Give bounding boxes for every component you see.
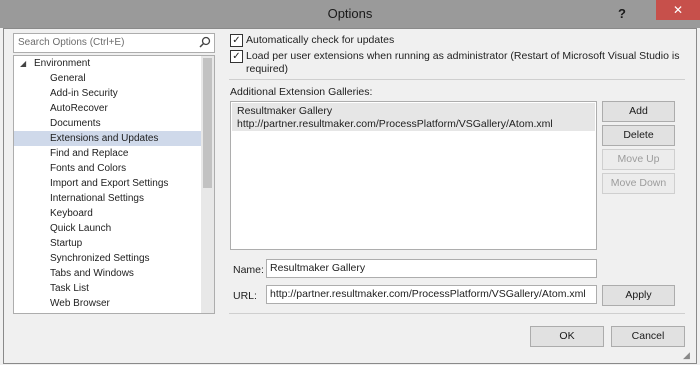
tree-item-find-and-replace[interactable]: Find and Replace — [14, 146, 201, 161]
tree-item-label: Web Browser — [50, 298, 110, 309]
tree-item-startup[interactable]: Startup — [14, 236, 201, 251]
load-per-user-extensions-label: Load per user extensions when running as… — [246, 50, 680, 62]
search-icon[interactable] — [199, 36, 211, 48]
auto-check-updates-label: Automatically check for updates — [246, 34, 395, 46]
tree-item-label: Startup — [50, 238, 83, 249]
name-field[interactable]: Resultmaker Gallery — [266, 259, 597, 278]
tree-item-label: Documents — [50, 118, 101, 129]
search-placeholder: Search Options (Ctrl+E) — [18, 37, 125, 48]
tree-item-autorecover[interactable]: AutoRecover — [14, 101, 201, 116]
options-tree[interactable]: ◢ Environment General Add-in Security Au… — [13, 55, 215, 314]
tree-scrollbar[interactable] — [201, 56, 214, 313]
gallery-list[interactable]: Resultmaker Gallery http://partner.resul… — [230, 101, 597, 250]
divider — [229, 313, 685, 314]
tree-item-add-in-security[interactable]: Add-in Security — [14, 86, 201, 101]
tree-item-web-browser[interactable]: Web Browser — [14, 296, 201, 311]
auto-check-updates-checkbox[interactable]: ✓ — [230, 34, 243, 47]
gallery-item-url: http://partner.resultmaker.com/ProcessPl… — [237, 118, 553, 130]
tree-item-documents[interactable]: Documents — [14, 116, 201, 131]
window-title: Options — [327, 6, 373, 21]
add-button[interactable]: Add — [602, 101, 675, 122]
tree-item-label: AutoRecover — [50, 103, 108, 114]
tree-item-label: Quick Launch — [50, 223, 112, 234]
search-input[interactable]: Search Options (Ctrl+E) — [13, 33, 215, 53]
tree-node-label: Environment — [34, 58, 91, 69]
move-down-button[interactable]: Move Down — [602, 173, 675, 194]
move-up-button[interactable]: Move Up — [602, 149, 675, 170]
expand-arrow-icon[interactable]: ◢ — [20, 56, 26, 71]
tree-node-environment[interactable]: ◢ Environment — [14, 56, 201, 71]
tree-item-label: Import and Export Settings — [50, 178, 169, 189]
tree-item-label: Tabs and Windows — [50, 268, 134, 279]
apply-button[interactable]: Apply — [602, 285, 675, 306]
tree-item-label: Keyboard — [50, 208, 93, 219]
tree-item-fonts-and-colors[interactable]: Fonts and Colors — [14, 161, 201, 176]
help-button[interactable]: ? — [612, 4, 632, 24]
load-per-user-extensions-checkbox[interactable]: ✓ — [230, 50, 243, 63]
name-field-label: Name: — [233, 264, 264, 276]
galleries-label: Additional Extension Galleries: — [230, 86, 373, 98]
tree-item-extensions-and-updates[interactable]: Extensions and Updates — [14, 131, 201, 146]
title-bar: Options ? ✕ — [0, 0, 700, 28]
tree-item-label: Add-in Security — [50, 88, 118, 99]
tree-item-general[interactable]: General — [14, 71, 201, 86]
url-field[interactable]: http://partner.resultmaker.com/ProcessPl… — [266, 285, 597, 304]
tree-item-label: Extensions and Updates — [50, 133, 159, 144]
divider — [229, 79, 685, 80]
load-per-user-extensions-label-cont: required) — [246, 63, 289, 75]
tree-item-label: Fonts and Colors — [50, 163, 127, 174]
tree-item-label: Task List — [50, 283, 89, 294]
tree-item-international[interactable]: International Settings — [14, 191, 201, 206]
tree-item-keyboard[interactable]: Keyboard — [14, 206, 201, 221]
tree-item-quick-launch[interactable]: Quick Launch — [14, 221, 201, 236]
tree-item-import-export[interactable]: Import and Export Settings — [14, 176, 201, 191]
tree-item-synchronized-settings[interactable]: Synchronized Settings — [14, 251, 201, 266]
tree-item-label: Synchronized Settings — [50, 253, 150, 264]
gallery-item-name: Resultmaker Gallery — [237, 105, 333, 117]
cancel-button[interactable]: Cancel — [611, 326, 685, 347]
resize-grip-icon[interactable]: ◢ — [683, 350, 690, 361]
scrollbar-thumb[interactable] — [203, 58, 212, 188]
tree-item-tabs-and-windows[interactable]: Tabs and Windows — [14, 266, 201, 281]
delete-button[interactable]: Delete — [602, 125, 675, 146]
url-field-label: URL: — [233, 290, 257, 302]
tree-item-label: Find and Replace — [50, 148, 129, 159]
tree-item-label: General — [50, 73, 86, 84]
tree-item-label: International Settings — [50, 193, 144, 204]
ok-button[interactable]: OK — [530, 326, 604, 347]
close-button[interactable]: ✕ — [656, 0, 700, 20]
tree-item-task-list[interactable]: Task List — [14, 281, 201, 296]
gallery-list-item[interactable]: Resultmaker Gallery http://partner.resul… — [232, 103, 595, 131]
